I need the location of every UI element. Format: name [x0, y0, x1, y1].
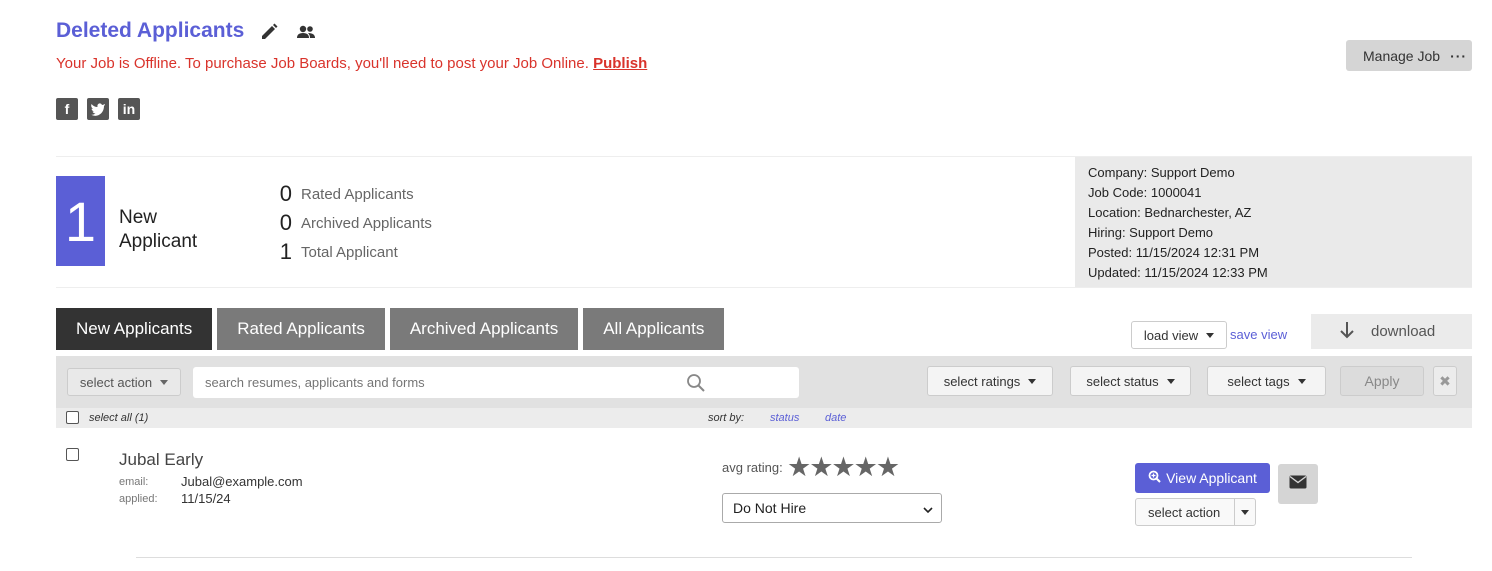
tab-archived-applicants[interactable]: Archived Applicants: [389, 308, 579, 350]
bulk-select-action-dropdown[interactable]: select action: [67, 368, 181, 396]
email-applicant-button[interactable]: [1278, 464, 1318, 504]
tab-new-applicants[interactable]: New Applicants: [56, 308, 213, 350]
new-applicant-label: New Applicant: [119, 207, 198, 252]
select-all-checkbox[interactable]: [66, 411, 79, 424]
search-icon[interactable]: [686, 373, 706, 393]
offline-warning: Your Job is Offline. To purchase Job Boa…: [56, 55, 648, 72]
download-button[interactable]: download: [1311, 314, 1472, 349]
row-divider: [136, 557, 1412, 558]
select-status-dropdown[interactable]: select status: [1070, 366, 1191, 396]
manage-job-button[interactable]: Manage Job ···: [1346, 40, 1472, 71]
caret-down-icon: [1166, 378, 1175, 384]
stat-rated: 0 Rated Applicants: [279, 181, 414, 206]
edit-pencil-icon[interactable]: [259, 22, 281, 42]
clear-filters-icon[interactable]: ✖: [1433, 366, 1457, 396]
new-applicant-count: 1: [56, 176, 105, 266]
applicant-name[interactable]: Jubal Early: [119, 450, 203, 470]
caret-down-icon: [1028, 378, 1037, 384]
chevron-down-icon: [923, 502, 933, 514]
save-view-link[interactable]: save view: [1230, 327, 1287, 342]
rating-stars[interactable]: ★★★★★: [787, 452, 900, 483]
job-info-panel: Company: Support Demo Job Code: 1000041 …: [1075, 157, 1472, 287]
page-title: Deleted Applicants: [56, 19, 245, 42]
more-dots-icon: ···: [1450, 47, 1468, 64]
search-input[interactable]: [193, 367, 739, 398]
publish-link[interactable]: Publish: [593, 55, 647, 72]
zoom-icon: [1148, 470, 1161, 486]
tab-rated-applicants[interactable]: Rated Applicants: [217, 308, 385, 350]
applied-date: 11/15/24: [181, 491, 231, 506]
tab-all-applicants[interactable]: All Applicants: [583, 308, 725, 350]
location-info: Location: Bednarchester, AZ: [1088, 205, 1252, 220]
applied-label: applied:: [119, 493, 158, 505]
updated-info: Updated: 11/15/2024 12:33 PM: [1088, 265, 1268, 280]
applicant-select-action-dropdown[interactable]: select action: [1135, 498, 1256, 526]
view-applicant-button[interactable]: View Applicant: [1135, 463, 1270, 493]
stat-archived: 0 Archived Applicants: [279, 210, 432, 235]
caret-down-icon: [1206, 332, 1215, 338]
applicant-tabs: New Applicants Rated Applicants Archived…: [56, 308, 725, 350]
twitter-icon[interactable]: [87, 98, 109, 120]
search-box: [193, 367, 799, 398]
list-header-bar: select all (1) sort by: status date: [56, 408, 1472, 428]
caret-down-icon: [160, 379, 169, 385]
people-icon[interactable]: [295, 22, 317, 42]
hiring-info: Hiring: Support Demo: [1088, 225, 1213, 240]
envelope-icon: [1289, 475, 1307, 494]
load-view-dropdown[interactable]: load view: [1131, 321, 1227, 349]
avg-rating-label: avg rating:: [722, 460, 783, 475]
social-share: f in: [56, 98, 140, 120]
sort-status-link[interactable]: status: [770, 412, 799, 424]
linkedin-icon[interactable]: in: [118, 98, 140, 120]
facebook-icon[interactable]: f: [56, 98, 78, 120]
apply-button[interactable]: Apply: [1340, 366, 1424, 396]
select-ratings-dropdown[interactable]: select ratings: [927, 366, 1053, 396]
caret-down-icon[interactable]: [1234, 499, 1255, 525]
company-info: Company: Support Demo: [1088, 165, 1235, 180]
posted-info: Posted: 11/15/2024 12:31 PM: [1088, 245, 1260, 260]
caret-down-icon: [1297, 378, 1306, 384]
stat-total: 1 Total Applicant: [279, 239, 398, 264]
download-arrow-icon: [1339, 321, 1355, 343]
email-label: email:: [119, 476, 149, 488]
applicant-email: Jubal@example.com: [181, 474, 303, 489]
applicant-checkbox[interactable]: [66, 448, 79, 461]
select-all-label: select all (1): [89, 412, 149, 424]
job-code-info: Job Code: 1000041: [1088, 185, 1202, 200]
hire-status-select[interactable]: Do Not Hire: [722, 493, 942, 523]
sort-by-label: sort by:: [708, 412, 745, 424]
sort-date-link[interactable]: date: [825, 412, 846, 424]
select-tags-dropdown[interactable]: select tags: [1207, 366, 1326, 396]
